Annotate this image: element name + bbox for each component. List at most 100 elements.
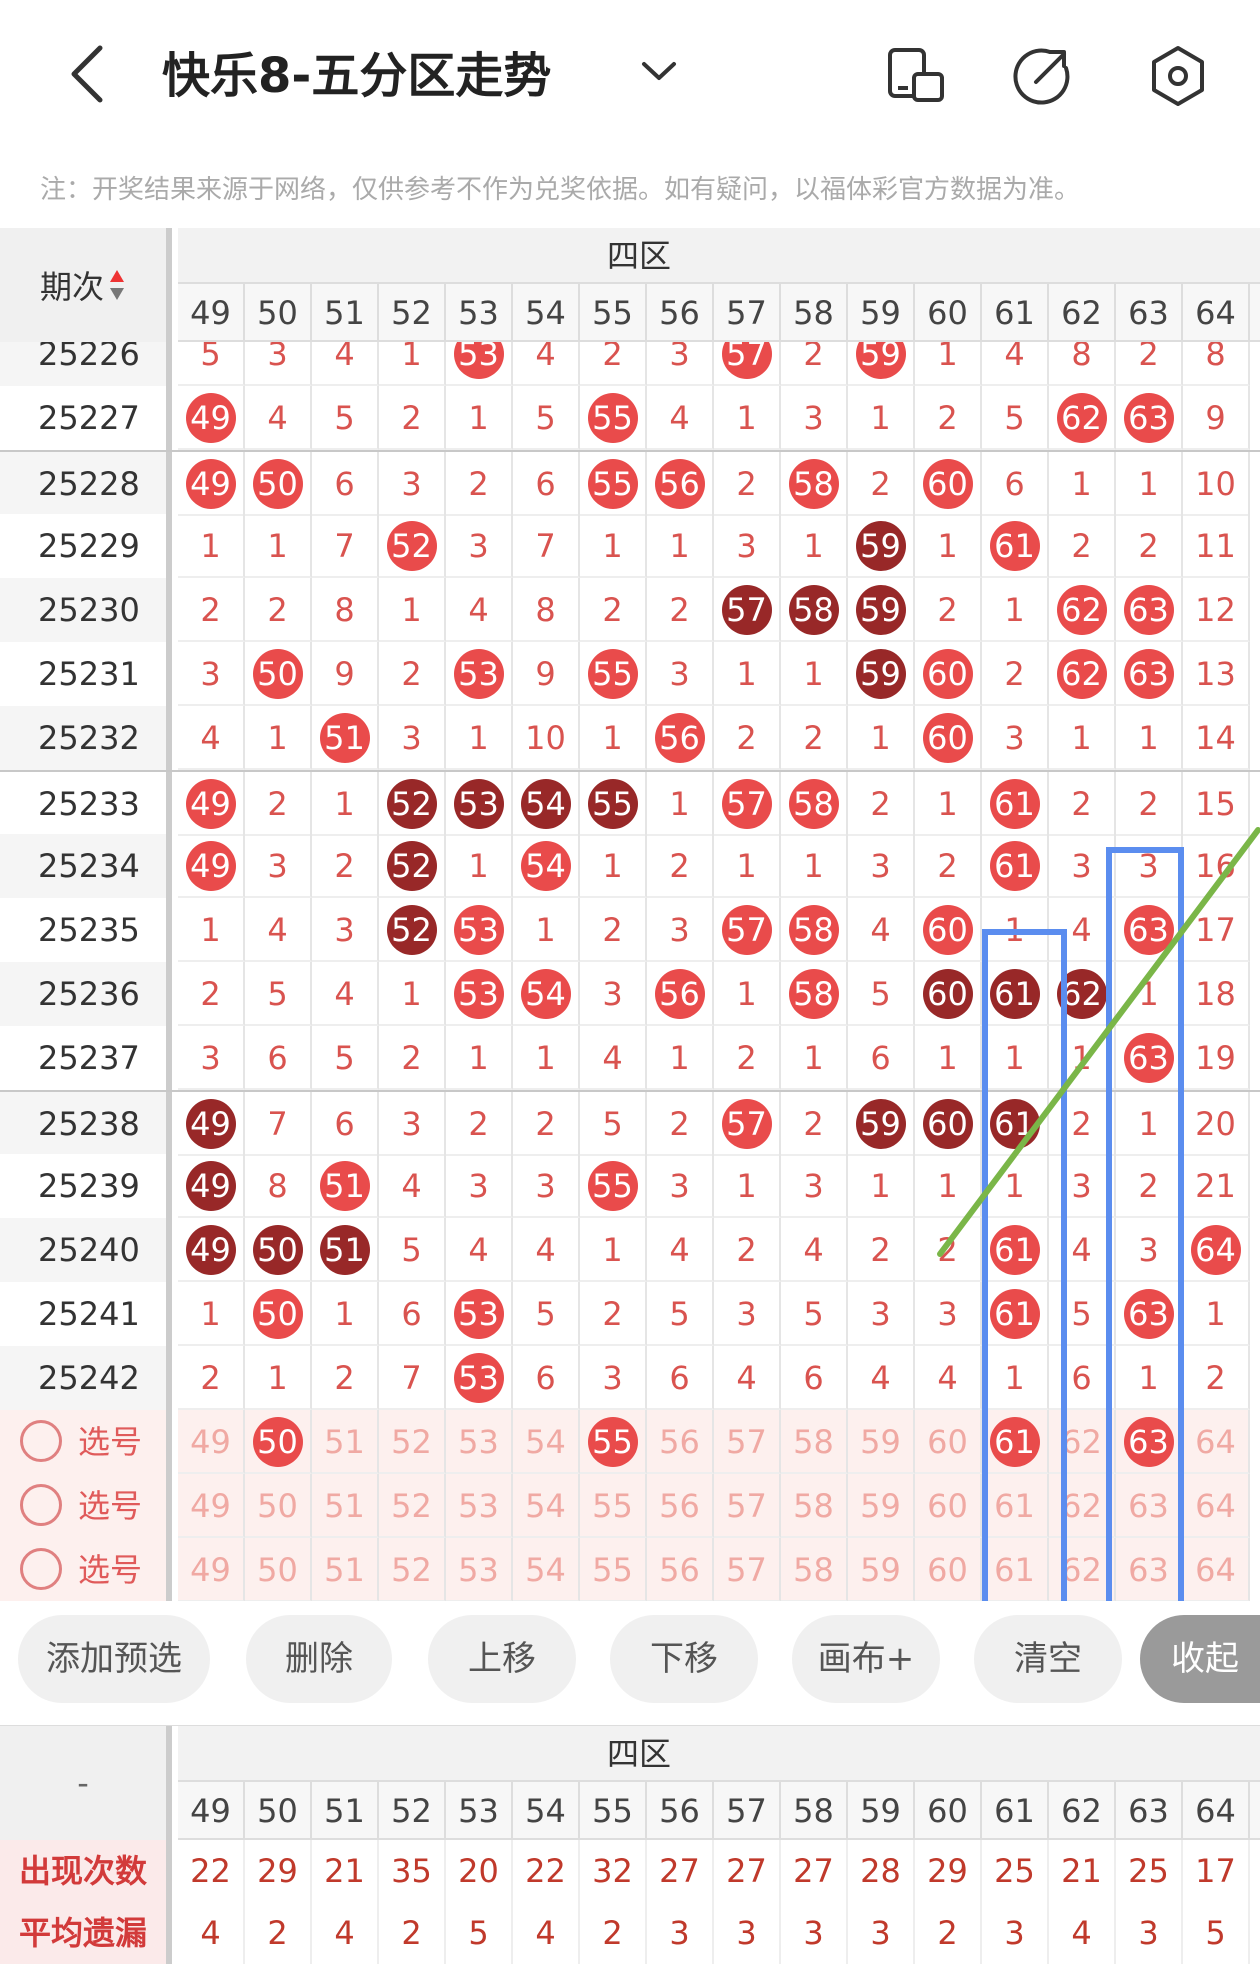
select-cell[interactable]: 60 (915, 1410, 982, 1474)
select-cell[interactable]: 56 (647, 1538, 714, 1601)
trend-cell: 4 (781, 1218, 848, 1282)
select-cell[interactable]: 64 (1183, 1410, 1250, 1474)
select-label[interactable]: 选号 (0, 1474, 172, 1538)
select-cell[interactable]: 49 (178, 1538, 245, 1601)
select-cell[interactable]: 52 (379, 1410, 446, 1474)
select-cell[interactable]: 60 (915, 1474, 982, 1538)
select-cell[interactable]: 62 (1049, 1474, 1116, 1538)
select-cell[interactable]: 53 (446, 1474, 513, 1538)
trend-cell: 3 (647, 342, 714, 386)
trend-cell: 7 (513, 514, 580, 578)
select-cell[interactable]: 57 (714, 1410, 781, 1474)
select-cell[interactable]: 60 (915, 1538, 982, 1601)
select-cell[interactable]: 57 (714, 1538, 781, 1601)
trend-cell: 55 (580, 772, 647, 836)
select-cell[interactable]: 58 (781, 1410, 848, 1474)
select-cell[interactable]: 63 (1116, 1474, 1183, 1538)
select-cell[interactable]: 59 (848, 1410, 915, 1474)
select-cell[interactable]: 58 (781, 1538, 848, 1601)
trend-cell: 63 (1116, 1282, 1183, 1346)
select-cell[interactable]: 55 (580, 1538, 647, 1601)
select-cell[interactable]: 51 (312, 1538, 379, 1601)
trend-cell: 1 (1116, 452, 1183, 516)
select-cell[interactable]: 56 (647, 1474, 714, 1538)
select-cell[interactable]: 59 (848, 1538, 915, 1601)
toolbar-button[interactable]: 清空 (974, 1615, 1122, 1703)
select-cell[interactable]: 54 (513, 1410, 580, 1474)
toolbar-button[interactable]: 画布+ (792, 1615, 940, 1703)
toolbar-button[interactable]: 下移 (610, 1615, 758, 1703)
stats-cell: 2 (245, 1902, 312, 1964)
trend-cell: 8 (1049, 342, 1116, 386)
select-cell[interactable]: 61 (982, 1538, 1049, 1601)
period-cell: 25231 (0, 642, 172, 706)
trend-cell: 53 (446, 342, 513, 386)
share-icon[interactable] (1010, 44, 1074, 108)
select-cell[interactable]: 61 (982, 1410, 1049, 1474)
select-cell[interactable]: 62 (1049, 1410, 1116, 1474)
select-cell[interactable]: 61 (982, 1474, 1049, 1538)
select-cell[interactable]: 51 (312, 1474, 379, 1538)
page-title[interactable]: 快乐8-五分区走势 (162, 40, 551, 112)
radio-icon[interactable] (20, 1420, 62, 1462)
trend-cell: 1 (446, 834, 513, 898)
trend-cell: 13 (1183, 642, 1250, 706)
select-cell[interactable]: 52 (379, 1474, 446, 1538)
select-row[interactable]: 选号 49 50 51 52 53 54 55 56 57 58 59 60 61 62 63 64 (0, 1538, 1260, 1601)
select-row[interactable]: 选号 49 50 51 52 53 54 55 56 57 58 59 60 61 62 63 64 (0, 1410, 1260, 1474)
select-cell[interactable]: 49 (178, 1474, 245, 1538)
select-cell[interactable]: 63 (1116, 1538, 1183, 1601)
collapse-button[interactable]: 收起 (1140, 1615, 1260, 1703)
period-sort-header[interactable]: 期次 (0, 228, 172, 342)
select-cell[interactable]: 64 (1183, 1538, 1250, 1601)
radio-icon[interactable] (20, 1484, 62, 1526)
trend-cell: 61 (982, 1282, 1049, 1346)
selected-ball[interactable]: 50 (252, 1417, 303, 1467)
number-ball: 49 (185, 1161, 236, 1211)
select-cell[interactable]: 62 (1049, 1538, 1116, 1601)
selected-ball[interactable]: 63 (1123, 1417, 1174, 1467)
back-icon[interactable] (60, 42, 120, 106)
select-row[interactable]: 选号 49 50 51 52 53 54 55 56 57 58 59 60 61 62 63 64 (0, 1474, 1260, 1538)
select-cell[interactable]: 50 (245, 1538, 312, 1601)
select-cell[interactable]: 54 (513, 1474, 580, 1538)
select-cell[interactable]: 64 (1183, 1474, 1250, 1538)
trend-cell: 3 (647, 898, 714, 962)
trend-cell: 4 (245, 898, 312, 962)
stats-cell: 28 (848, 1840, 915, 1902)
select-cell[interactable]: 53 (446, 1410, 513, 1474)
phone-rotate-icon[interactable] (884, 44, 948, 108)
select-cell[interactable]: 55 (580, 1474, 647, 1538)
select-cell[interactable]: 54 (513, 1538, 580, 1601)
select-cell[interactable]: 50 (245, 1474, 312, 1538)
select-cell[interactable]: 51 (312, 1410, 379, 1474)
stats-cell: 21 (1049, 1840, 1116, 1902)
toolbar-button[interactable]: 上移 (428, 1615, 576, 1703)
select-cell[interactable]: 59 (848, 1474, 915, 1538)
trend-cell: 9 (312, 642, 379, 706)
select-label[interactable]: 选号 (0, 1410, 172, 1474)
chevron-down-icon[interactable] (638, 56, 680, 88)
select-cell[interactable]: 56 (647, 1410, 714, 1474)
select-cell[interactable]: 50 (245, 1410, 312, 1474)
table-row: 25234 49 3 2 52 1 54 1 2 1 1 3 2 61 3 3 16 (0, 834, 1260, 898)
trend-table[interactable]: 期次 四区 49 50 51 52 53 54 55 56 57 58 59 60 61 62 63 64 2… (0, 228, 1260, 1601)
number-ball: 57 (721, 342, 772, 379)
table-row: 25238 49 7 6 3 2 2 5 2 57 2 59 60 61 2 1 20 (0, 1090, 1260, 1156)
selected-ball[interactable]: 55 (587, 1417, 638, 1467)
select-cell[interactable]: 52 (379, 1538, 446, 1601)
select-cell[interactable]: 49 (178, 1410, 245, 1474)
select-cell[interactable]: 63 (1116, 1410, 1183, 1474)
select-label[interactable]: 选号 (0, 1538, 172, 1601)
selected-ball[interactable]: 61 (989, 1417, 1040, 1467)
select-cell[interactable]: 53 (446, 1538, 513, 1601)
settings-icon[interactable] (1146, 44, 1210, 108)
select-cell[interactable]: 55 (580, 1410, 647, 1474)
toolbar-button[interactable]: 删除 (246, 1615, 392, 1703)
toolbar-button[interactable]: 添加预选 (18, 1615, 210, 1703)
trend-cell: 1 (915, 1154, 982, 1218)
period-header-label: 期次 (39, 268, 104, 306)
select-cell[interactable]: 58 (781, 1474, 848, 1538)
select-cell[interactable]: 57 (714, 1474, 781, 1538)
radio-icon[interactable] (20, 1548, 62, 1590)
